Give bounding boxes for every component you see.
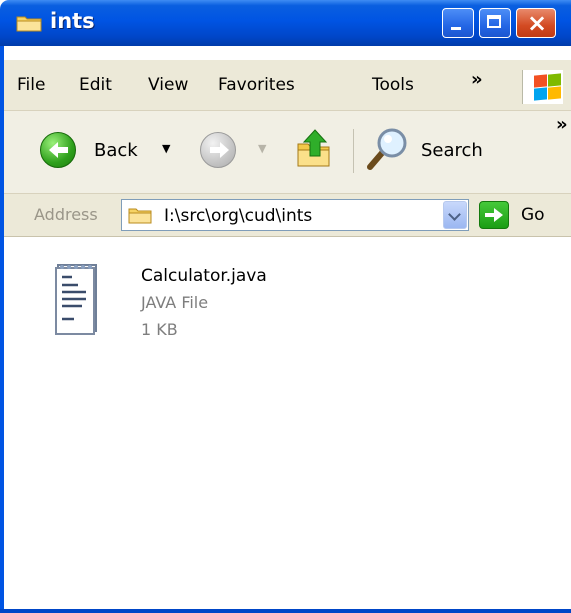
window-title: ints (50, 9, 95, 33)
menu-more-chevron[interactable]: » (471, 69, 483, 90)
file-name[interactable]: Calculator.java (141, 266, 267, 286)
go-label[interactable]: Go (521, 205, 545, 225)
toolbar-more-chevron[interactable]: » (556, 114, 568, 135)
address-value[interactable]: I:\src\org\cud\ints (164, 206, 312, 226)
toolbar-separator (353, 129, 354, 173)
close-icon: × (527, 9, 548, 37)
menu-file[interactable]: File (17, 75, 45, 95)
menu-edit[interactable]: Edit (79, 75, 112, 95)
file-size: 1 KB (141, 320, 178, 339)
magnifier-icon[interactable] (364, 125, 410, 175)
menu-bar: File Edit View Favorites Tools » (0, 60, 571, 111)
minimize-button[interactable] (442, 8, 474, 38)
arrow-left-icon (49, 142, 68, 158)
arrow-right-icon (210, 142, 229, 158)
window-left-border (0, 46, 4, 613)
back-dropdown-arrow[interactable]: ▼ (162, 142, 170, 155)
close-button[interactable]: × (516, 8, 556, 38)
back-button[interactable] (40, 132, 76, 168)
file-item[interactable]: Calculator.java JAVA File 1 KB (44, 247, 344, 357)
address-dropdown-button[interactable] (443, 201, 467, 229)
menu-favorites[interactable]: Favorites (218, 75, 295, 95)
go-arrow-icon[interactable] (479, 201, 509, 229)
address-bar: Address I:\src\org\cud\ints Go (0, 194, 571, 237)
forward-dropdown-arrow[interactable]: ▼ (258, 142, 266, 155)
file-list-pane[interactable]: Calculator.java JAVA File 1 KB (0, 237, 571, 613)
title-bar[interactable]: ints × (0, 0, 571, 46)
search-label[interactable]: Search (421, 140, 483, 161)
menu-tools[interactable]: Tools (372, 75, 414, 95)
file-type: JAVA File (141, 293, 209, 312)
folder-icon (128, 208, 152, 224)
window-bottom-border (0, 609, 571, 613)
text-document-icon (55, 264, 97, 335)
forward-button[interactable] (200, 132, 236, 168)
explorer-window: ints × File Edit View Favorites Tools » … (0, 0, 571, 613)
menu-view[interactable]: View (148, 75, 188, 95)
standard-toolbar: Back ▼ ▼ Search » (0, 111, 571, 194)
back-label[interactable]: Back (94, 140, 138, 161)
folder-up-icon[interactable] (296, 128, 334, 168)
address-label: Address (34, 205, 98, 224)
windows-logo-icon (522, 70, 563, 104)
folder-icon (16, 16, 42, 32)
address-input[interactable]: I:\src\org\cud\ints (121, 199, 469, 231)
maximize-button[interactable] (479, 8, 511, 38)
